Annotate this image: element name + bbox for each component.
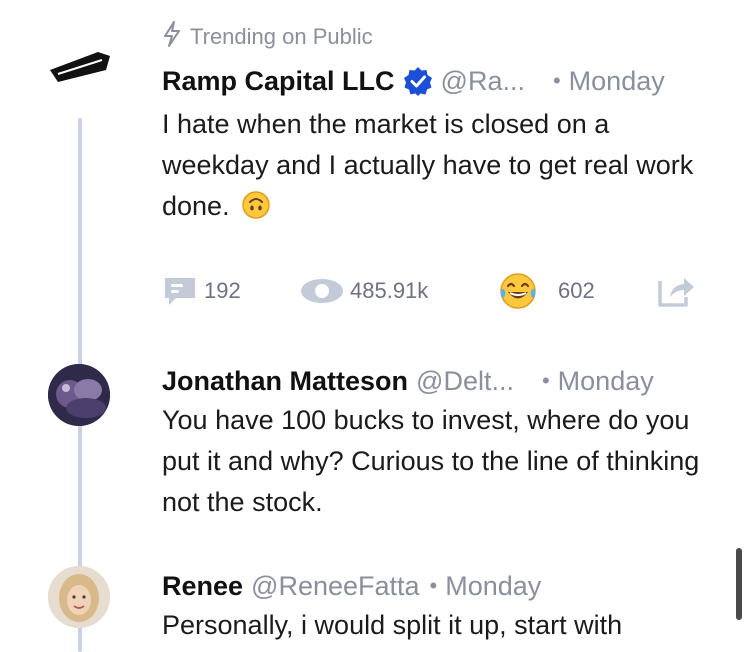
eye-icon bbox=[301, 279, 343, 303]
separator-dot: • bbox=[429, 573, 438, 598]
scrollbar[interactable] bbox=[736, 548, 742, 620]
lightning-icon bbox=[162, 21, 182, 53]
reply-text: Personally, i would split it up, start w… bbox=[162, 610, 623, 640]
post-actions: 192 485.91k 602 bbox=[162, 268, 702, 314]
reply-item: Renee @ReneeFatta • Monday Personally, i… bbox=[162, 569, 710, 646]
comment-icon bbox=[165, 278, 195, 305]
avatar-jonathan[interactable] bbox=[48, 364, 110, 426]
reply-author[interactable]: Renee bbox=[162, 569, 243, 603]
post-time: Monday bbox=[568, 66, 665, 96]
reactions-count: 602 bbox=[558, 278, 595, 303]
avatar-image bbox=[48, 364, 110, 426]
share-icon bbox=[658, 278, 694, 307]
share-button[interactable] bbox=[656, 268, 696, 314]
reply-author[interactable]: Jonathan Matteson bbox=[162, 364, 408, 398]
reply-item: Jonathan Matteson @Delt... • Monday You … bbox=[162, 364, 710, 523]
avatar-renee[interactable] bbox=[48, 566, 110, 628]
post-text: I hate when the market is closed on a we… bbox=[162, 104, 710, 232]
separator-dot: • bbox=[541, 368, 550, 393]
trending-text: Trending on Public bbox=[190, 24, 373, 49]
reply-header: Jonathan Matteson @Delt... • Monday bbox=[162, 364, 710, 398]
views-button[interactable]: 485.91k bbox=[300, 268, 428, 314]
reply-text: You have 100 bucks to invest, where do y… bbox=[162, 405, 700, 517]
author-handle[interactable]: @Ra... bbox=[441, 64, 525, 98]
reply-header: Renee @ReneeFatta • Monday bbox=[162, 569, 710, 603]
avatar-image bbox=[48, 566, 110, 628]
separator-dot: • bbox=[552, 68, 561, 93]
trending-label: Trending on Public bbox=[162, 21, 373, 53]
views-count: 485.91k bbox=[350, 278, 429, 303]
ramp-capital-avatar[interactable] bbox=[48, 50, 112, 95]
reply-time: Monday bbox=[557, 366, 654, 396]
verified-badge-icon bbox=[403, 66, 433, 96]
comments-count: 192 bbox=[204, 278, 241, 303]
reaction-button[interactable]: 602 bbox=[498, 268, 595, 314]
comments-button[interactable]: 192 bbox=[162, 268, 241, 314]
ramp-logo-icon bbox=[50, 52, 110, 82]
reply-time: Monday bbox=[445, 571, 542, 601]
upside-down-face-icon bbox=[241, 190, 271, 232]
reply-handle[interactable]: @ReneeFatta bbox=[251, 569, 420, 603]
main-post: Ramp Capital LLC @Ra... • Monday I hate … bbox=[162, 64, 710, 232]
author-name[interactable]: Ramp Capital LLC bbox=[162, 64, 395, 98]
post-header: Ramp Capital LLC @Ra... • Monday bbox=[162, 64, 710, 98]
laughing-tears-emoji-icon bbox=[500, 273, 536, 309]
reply-handle[interactable]: @Delt... bbox=[416, 364, 514, 398]
